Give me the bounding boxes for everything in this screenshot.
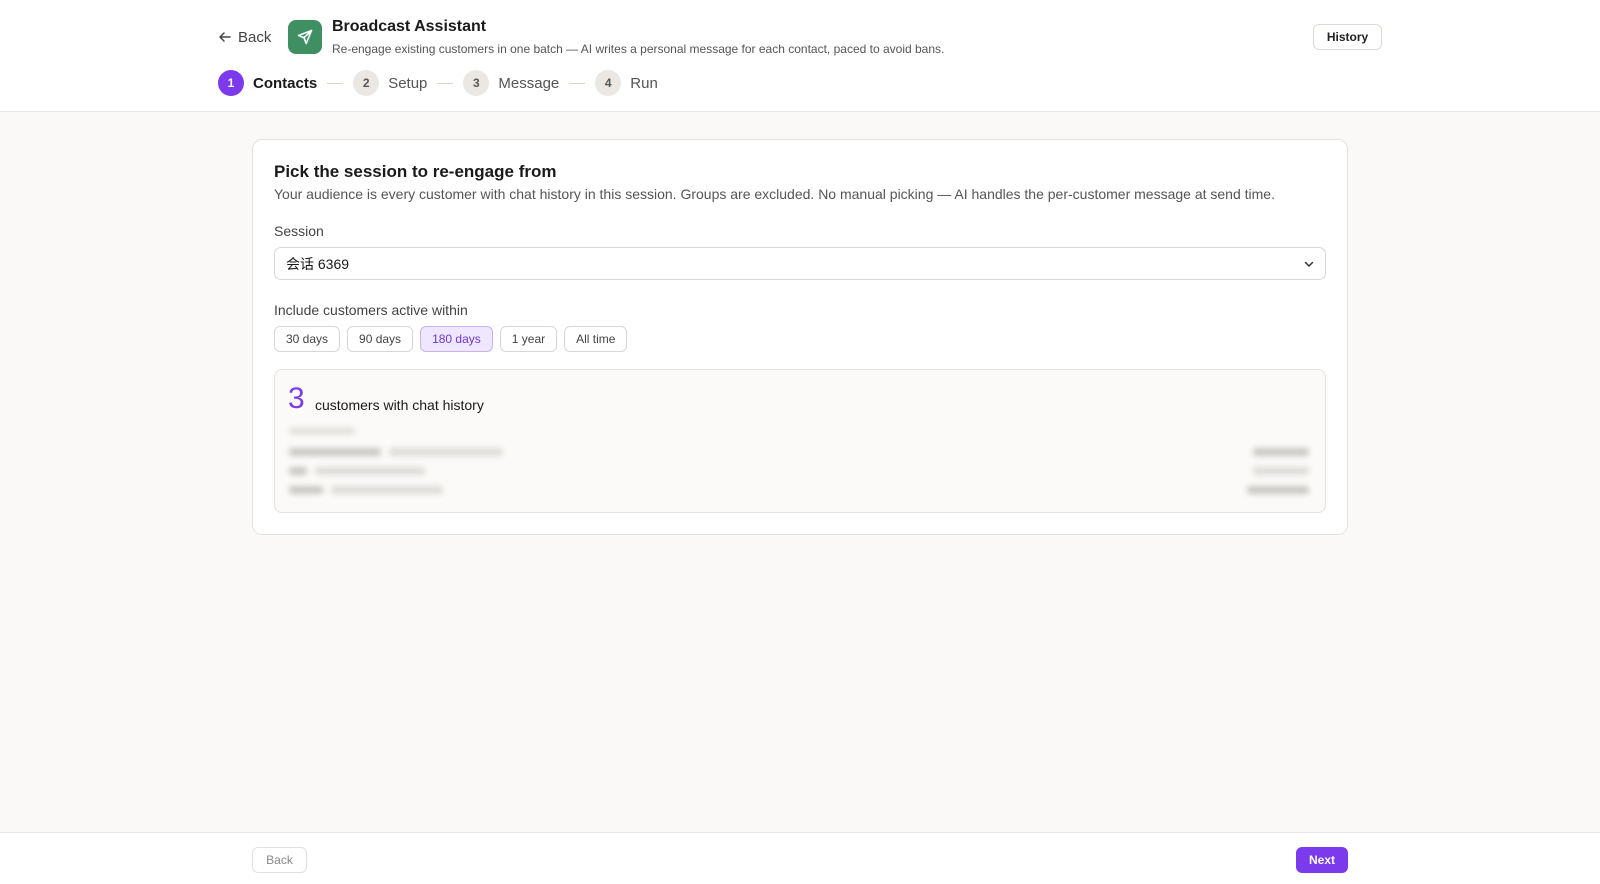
step-divider	[437, 82, 454, 84]
activity-option-1-year[interactable]: 1 year	[499, 326, 558, 352]
header-back-label: Back	[238, 28, 272, 46]
step-run[interactable]: 4 Run	[595, 70, 658, 96]
arrow-left-icon	[219, 32, 231, 42]
step-divider	[327, 82, 344, 84]
header-back-link[interactable]: Back	[218, 26, 271, 48]
page-header: Back Broadcast Assistant Re-engage exist…	[0, 0, 1600, 112]
session-select[interactable]: 会话 6369	[274, 247, 1326, 280]
activity-option-30-days[interactable]: 30 days	[274, 326, 341, 352]
next-button[interactable]: Next	[1296, 847, 1348, 873]
chevron-down-icon	[1304, 261, 1314, 267]
step-number: 3	[463, 70, 490, 96]
app-subtitle: Re-engage existing customers in one batc…	[332, 42, 945, 56]
audience-summary: 3 customers with chat history	[274, 369, 1326, 513]
step-number: 2	[353, 70, 380, 96]
history-button[interactable]: History	[1313, 24, 1382, 50]
session-select-value: 会话 6369	[286, 255, 350, 272]
activity-window-label: Include customers active within	[274, 302, 468, 318]
activity-option-90-days[interactable]: 90 days	[347, 326, 414, 352]
step-message[interactable]: 3 Message	[463, 70, 559, 96]
customer-count-label: customers with chat history	[315, 397, 484, 413]
activity-option-all-time[interactable]: All time	[564, 326, 628, 352]
back-button[interactable]: Back	[252, 847, 307, 873]
step-label: Contacts	[253, 74, 318, 92]
session-label: Session	[274, 223, 324, 239]
step-label: Run	[630, 74, 658, 92]
blurred-customer-list	[289, 428, 1311, 500]
step-number: 4	[595, 70, 622, 96]
send-icon	[297, 29, 313, 45]
activity-window-options: 30 days 90 days 180 days 1 year All time	[274, 326, 628, 352]
activity-option-180-days[interactable]: 180 days	[420, 326, 493, 352]
step-number: 1	[218, 70, 244, 96]
step-contacts[interactable]: 1 Contacts	[218, 70, 317, 96]
customer-count: 3	[288, 382, 305, 415]
step-divider	[569, 82, 586, 84]
card-title: Pick the session to re-engage from	[274, 162, 557, 181]
session-picker-card: Pick the session to re-engage from Your …	[252, 139, 1348, 535]
step-label: Setup	[388, 74, 428, 92]
wizard-stepper: 1 Contacts 2 Setup 3 Message 4 Run	[218, 70, 658, 96]
app-title: Broadcast Assistant	[332, 18, 487, 35]
step-setup[interactable]: 2 Setup	[353, 70, 427, 96]
card-description: Your audience is every customer with cha…	[274, 186, 1275, 202]
wizard-footer: Back Next	[0, 832, 1600, 884]
step-label: Message	[498, 74, 560, 92]
app-icon	[288, 20, 322, 54]
